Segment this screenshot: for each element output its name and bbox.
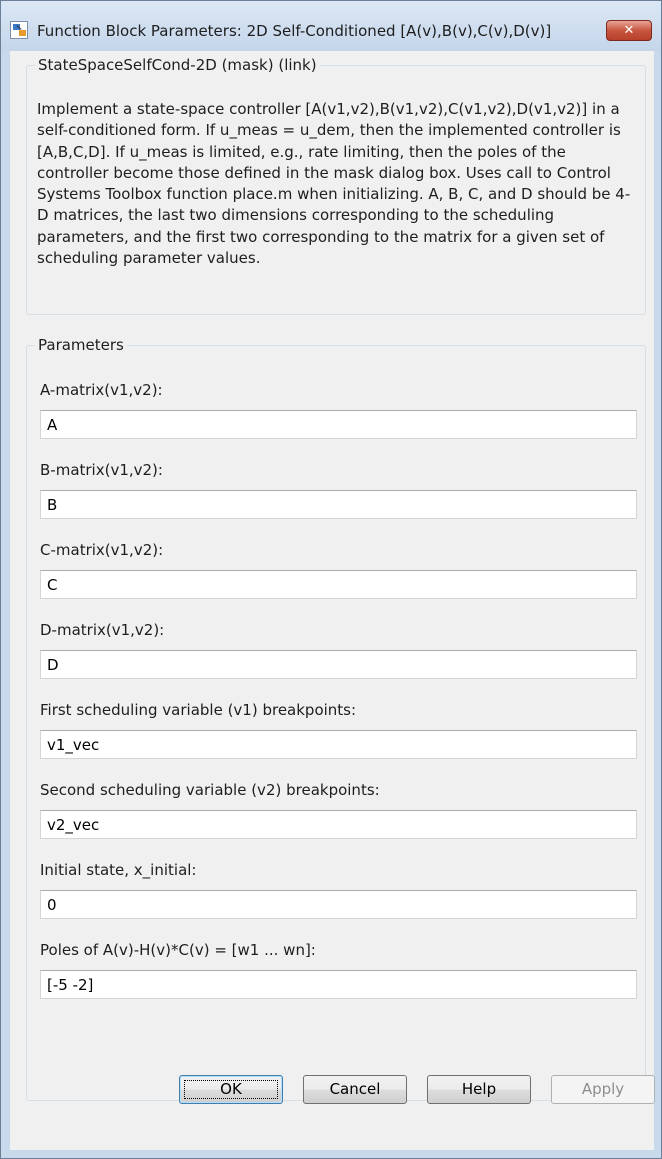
- poles-label: Poles of A(v)-H(v)*C(v) = [w1 ... wn]:: [40, 941, 316, 959]
- window-title: Function Block Parameters: 2D Self-Condi…: [37, 22, 552, 40]
- a-matrix-label: A-matrix(v1,v2):: [40, 381, 163, 399]
- v2-breakpoints-input[interactable]: [40, 810, 637, 839]
- v1-breakpoints-label: First scheduling variable (v1) breakpoin…: [40, 701, 357, 719]
- description-group: StateSpaceSelfCond-2D (mask) (link) Impl…: [26, 55, 646, 315]
- v1-breakpoints-input[interactable]: [40, 730, 637, 759]
- poles-input[interactable]: [40, 970, 637, 999]
- dialog-client-area: StateSpaceSelfCond-2D (mask) (link) Impl…: [10, 51, 654, 1150]
- description-text: Implement a state-space controller [A(v1…: [37, 100, 631, 268]
- c-matrix-label: C-matrix(v1,v2):: [40, 541, 164, 559]
- dialog-window: Function Block Parameters: 2D Self-Condi…: [0, 0, 662, 1159]
- b-matrix-input[interactable]: [40, 490, 637, 519]
- description-legend: StateSpaceSelfCond-2D (mask) (link): [35, 55, 320, 75]
- b-matrix-label: B-matrix(v1,v2):: [40, 461, 163, 479]
- title-bar[interactable]: Function Block Parameters: 2D Self-Condi…: [1, 1, 661, 51]
- cancel-button[interactable]: Cancel: [303, 1075, 407, 1104]
- ok-button[interactable]: OK: [179, 1075, 283, 1104]
- a-matrix-input[interactable]: [40, 410, 637, 439]
- ok-button-label: OK: [220, 1080, 242, 1098]
- c-matrix-input[interactable]: [40, 570, 637, 599]
- help-button[interactable]: Help: [427, 1075, 531, 1104]
- initial-state-label: Initial state, x_initial:: [40, 861, 197, 879]
- parameters-group: Parameters A-matrix(v1,v2): B-matrix(v1,…: [26, 335, 646, 1101]
- v2-breakpoints-label: Second scheduling variable (v2) breakpoi…: [40, 781, 380, 799]
- d-matrix-label: D-matrix(v1,v2):: [40, 621, 165, 639]
- close-button[interactable]: ✕: [606, 20, 652, 41]
- d-matrix-input[interactable]: [40, 650, 637, 679]
- block-parameters-icon: [10, 21, 28, 39]
- initial-state-input[interactable]: [40, 890, 637, 919]
- apply-button[interactable]: Apply: [551, 1075, 655, 1104]
- parameters-legend: Parameters: [35, 335, 127, 355]
